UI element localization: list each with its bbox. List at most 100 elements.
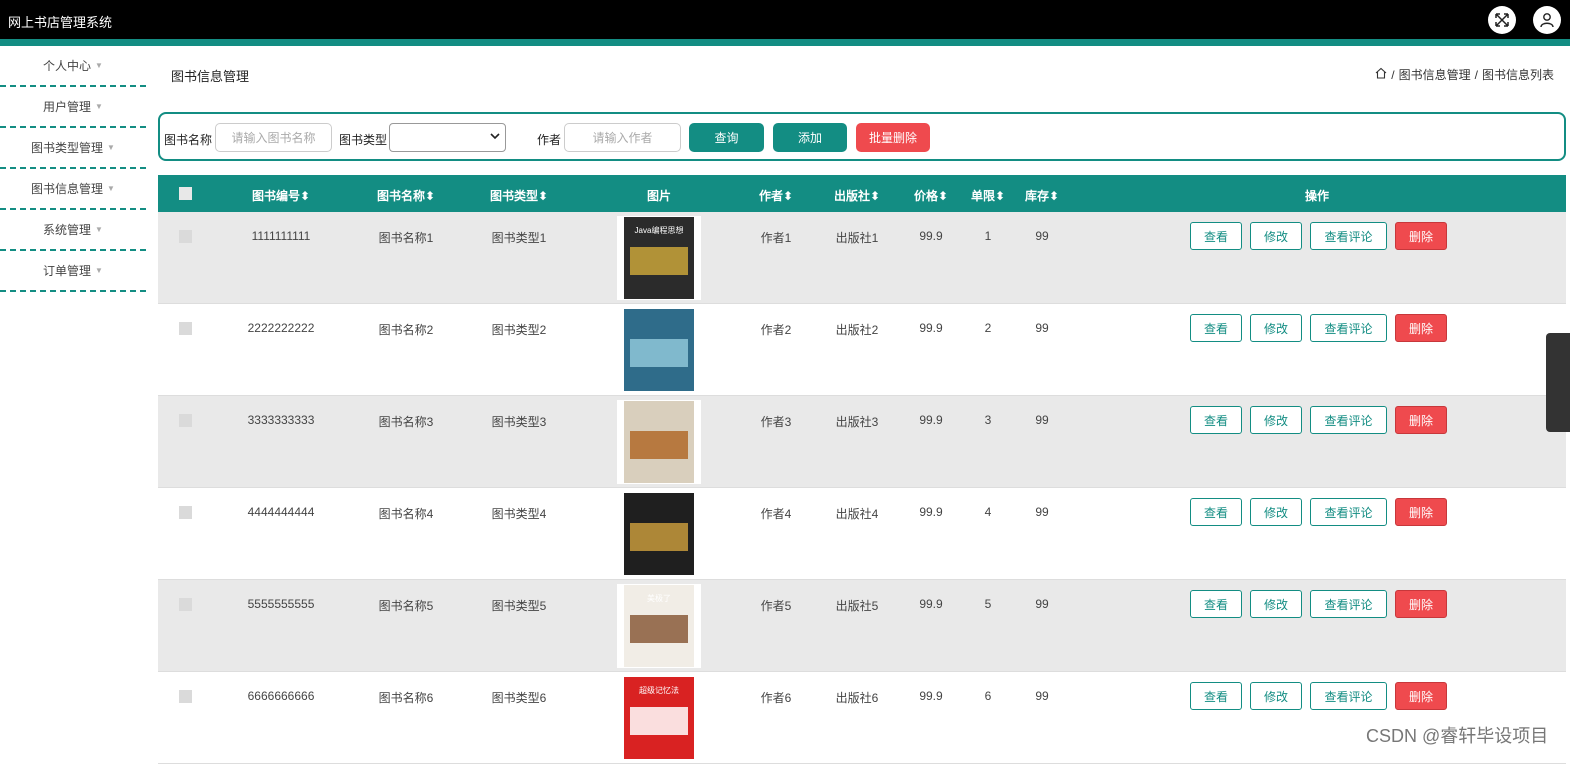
sidebar-item-label: 用户管理 [43, 100, 92, 114]
sidebar-item-book-info-management[interactable]: 图书信息管理 ▼ [0, 169, 146, 210]
delete-button[interactable]: 删除 [1395, 314, 1447, 342]
sidebar-item-label: 系统管理 [43, 223, 92, 237]
edit-button[interactable]: 修改 [1250, 406, 1302, 434]
delete-button[interactable]: 删除 [1395, 498, 1447, 526]
cell-author: 作者3 [760, 415, 792, 429]
sidebar: 个人中心 ▼ 用户管理 ▼ 图书类型管理 ▼ 图书信息管理 ▼ 系统管理 ▼ 订单管理 ▼ [0, 46, 146, 292]
cell-code: 3333333333 [247, 413, 315, 427]
row-checkbox[interactable] [179, 230, 192, 243]
book-cover-title: Java编程思想 [634, 226, 684, 235]
edit-button[interactable]: 修改 [1250, 590, 1302, 618]
header-image: 图片 [646, 189, 672, 203]
cell-price: 99.9 [919, 505, 943, 519]
book-cover-art: Java编程思想 [624, 217, 694, 299]
sidebar-item-book-type-management[interactable]: 图书类型管理 ▼ [0, 128, 146, 169]
cell-author: 作者6 [760, 691, 792, 705]
watermark: CSDN @睿轩毕设项目 [1366, 726, 1549, 746]
cell-publisher: 出版社2 [835, 323, 879, 337]
book-cover-title: 美极了 [647, 594, 671, 603]
view-button[interactable]: 查看 [1190, 682, 1242, 710]
view-button[interactable]: 查看 [1190, 498, 1242, 526]
user-icon[interactable] [1533, 6, 1561, 34]
edit-button[interactable]: 修改 [1250, 222, 1302, 250]
header-publisher[interactable]: 出版社⬍ [834, 187, 880, 204]
side-panel-handle[interactable] [1546, 333, 1570, 432]
view-comments-button[interactable]: 查看评论 [1310, 406, 1387, 434]
caret-down-icon: ▼ [95, 225, 103, 234]
add-button[interactable]: 添加 [773, 123, 847, 152]
book-cover-band [630, 523, 688, 551]
edit-button[interactable]: 修改 [1250, 682, 1302, 710]
cell-price: 99.9 [919, 321, 943, 335]
header-accent-strip [0, 39, 1570, 46]
delete-button[interactable]: 删除 [1395, 222, 1447, 250]
batch-delete-button[interactable]: 批量删除 [856, 123, 930, 152]
book-cover-band [630, 431, 688, 459]
view-button[interactable]: 查看 [1190, 590, 1242, 618]
book-cover-art: 美极了 [624, 585, 694, 667]
cell-publisher: 出版社3 [835, 415, 879, 429]
sidebar-item-system-management[interactable]: 系统管理 ▼ [0, 210, 146, 251]
book-cover-image: Java编程思想 [617, 216, 701, 300]
cell-code: 5555555555 [247, 597, 315, 611]
cell-name: 图书名称6 [378, 691, 434, 705]
view-button[interactable]: 查看 [1190, 314, 1242, 342]
book-type-select[interactable] [389, 123, 506, 152]
select-all-checkbox[interactable] [179, 187, 192, 200]
cell-limit: 2 [984, 321, 992, 335]
sidebar-item-label: 图书信息管理 [31, 182, 104, 196]
author-input[interactable] [564, 123, 681, 152]
book-name-input[interactable] [215, 123, 332, 152]
delete-button[interactable]: 删除 [1395, 406, 1447, 434]
view-comments-button[interactable]: 查看评论 [1310, 222, 1387, 250]
book-type-label: 图书类型 [339, 133, 388, 147]
header-limit[interactable]: 单限⬍ [971, 187, 1005, 204]
view-button[interactable]: 查看 [1190, 406, 1242, 434]
view-comments-button[interactable]: 查看评论 [1310, 498, 1387, 526]
cell-price: 99.9 [919, 597, 943, 611]
sidebar-item-label: 订单管理 [43, 264, 92, 278]
header-price[interactable]: 价格⬍ [914, 187, 948, 204]
sidebar-item-user-management[interactable]: 用户管理 ▼ [0, 87, 146, 128]
delete-button[interactable]: 删除 [1395, 682, 1447, 710]
search-panel: 图书名称 图书类型 作者 查询 添加 批量删除 [158, 112, 1566, 161]
chevron-down-icon [490, 131, 500, 144]
cell-name: 图书名称5 [378, 599, 434, 613]
cell-type: 图书类型4 [491, 507, 547, 521]
view-comments-button[interactable]: 查看评论 [1310, 314, 1387, 342]
cell-type: 图书类型5 [491, 599, 547, 613]
header-stock[interactable]: 库存⬍ [1025, 187, 1059, 204]
breadcrumb: / 图书信息管理 / 图书信息列表 [1375, 66, 1554, 83]
cell-type: 图书类型1 [491, 231, 547, 245]
breadcrumb-item: 图书信息列表 [1481, 68, 1554, 82]
header-type[interactable]: 图书类型⬍ [490, 187, 548, 204]
book-cover-title: 超级记忆法 [639, 686, 679, 695]
cell-stock: 99 [1035, 229, 1049, 243]
sidebar-item-personal-center[interactable]: 个人中心 ▼ [0, 46, 146, 87]
view-comments-button[interactable]: 查看评论 [1310, 682, 1387, 710]
caret-down-icon: ▼ [95, 61, 103, 70]
edit-button[interactable]: 修改 [1250, 314, 1302, 342]
row-checkbox[interactable] [179, 414, 192, 427]
cell-author: 作者1 [760, 231, 792, 245]
edit-button[interactable]: 修改 [1250, 498, 1302, 526]
row-checkbox[interactable] [179, 690, 192, 703]
row-checkbox[interactable] [179, 506, 192, 519]
delete-button[interactable]: 删除 [1395, 590, 1447, 618]
breadcrumb-item[interactable]: 图书信息管理 [1399, 66, 1471, 83]
row-checkbox[interactable] [179, 322, 192, 335]
table-row: 5555555555 图书名称5 图书类型5 作者5 出版社5 99.9 5 99 美极了 查看修… [158, 580, 1566, 672]
view-button[interactable]: 查看 [1190, 222, 1242, 250]
table-row: 3333333333 图书名称3 图书类型3 作者3 出版社3 99.9 3 99 查看 修改 查看… [158, 396, 1566, 488]
view-comments-button[interactable]: 查看评论 [1310, 590, 1387, 618]
home-icon[interactable] [1375, 67, 1387, 82]
row-checkbox[interactable] [179, 598, 192, 611]
query-button[interactable]: 查询 [689, 123, 764, 152]
header-author[interactable]: 作者⬍ [759, 187, 793, 204]
sidebar-item-order-management[interactable]: 订单管理 ▼ [0, 251, 146, 292]
caret-down-icon: ▼ [107, 143, 115, 152]
cell-publisher: 出版社4 [835, 507, 879, 521]
header-code[interactable]: 图书编号⬍ [252, 187, 310, 204]
header-name[interactable]: 图书名称⬍ [377, 187, 435, 204]
fullscreen-icon[interactable] [1488, 6, 1516, 34]
